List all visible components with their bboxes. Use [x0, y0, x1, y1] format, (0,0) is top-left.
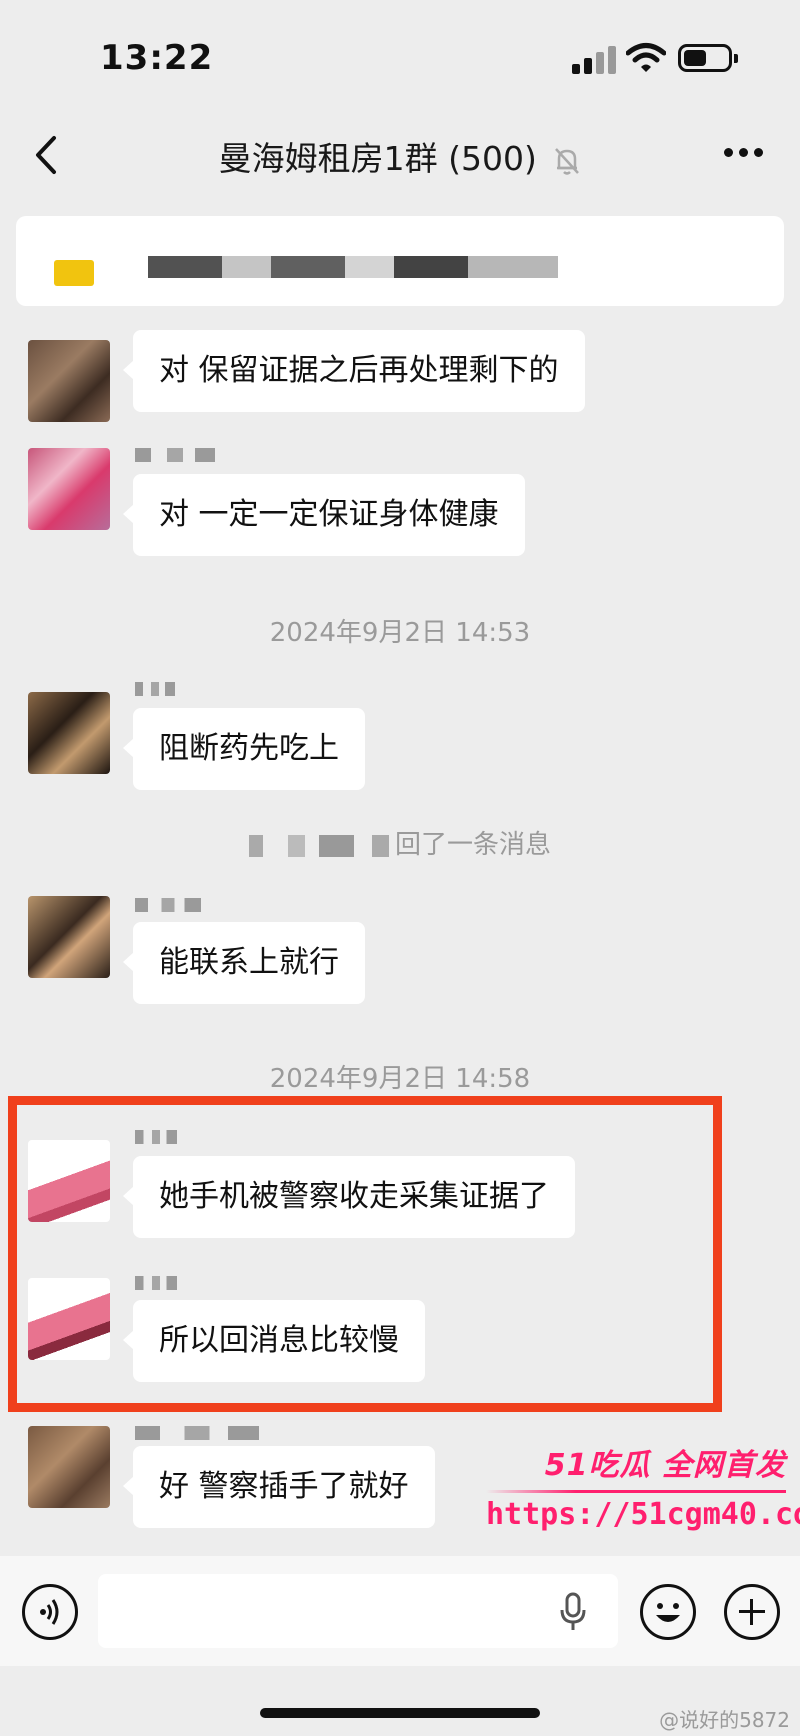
- pinned-text-redacted: [148, 256, 558, 278]
- sender-name-redacted: [135, 682, 175, 696]
- credit-watermark: @说好的5872: [659, 1708, 790, 1732]
- announcement-icon: [54, 260, 94, 286]
- status-time: 13:22: [100, 38, 214, 78]
- message-bubble[interactable]: 对 保留证据之后再处理剩下的: [123, 330, 585, 412]
- battery-icon: [678, 44, 738, 72]
- chat-title-row: 曼海姆租房1群 (500): [0, 132, 800, 180]
- wifi-icon: [626, 43, 666, 72]
- highlight-box: [8, 1096, 722, 1412]
- message-bubble[interactable]: 好 警察插手了就好: [123, 1446, 435, 1528]
- sender-name-redacted: [135, 1426, 259, 1440]
- sender-name-redacted: [135, 448, 215, 462]
- chat-title: 曼海姆租房1群 (500): [218, 139, 537, 178]
- plus-icon[interactable]: [724, 1584, 780, 1640]
- site-watermark: 51吃瓜 全网首发 https://51cgm40.com: [486, 1440, 800, 1532]
- emoji-icon[interactable]: [640, 1584, 696, 1640]
- input-bar: [0, 1556, 800, 1666]
- timestamp: 2024年9月2日 14:53: [269, 618, 531, 648]
- status-bar: 13:22: [0, 0, 800, 110]
- message-input[interactable]: [98, 1574, 618, 1648]
- avatar[interactable]: [28, 692, 110, 774]
- chat-header: 曼海姆租房1群 (500): [0, 110, 800, 202]
- avatar[interactable]: [28, 1426, 110, 1508]
- message-bubble[interactable]: 对 一定一定保证身体健康: [123, 474, 525, 556]
- avatar[interactable]: [28, 448, 110, 530]
- voice-icon[interactable]: [22, 1584, 78, 1640]
- message-bubble[interactable]: 阻断药先吃上: [123, 708, 365, 790]
- watermark-url: https://51cgm40.com: [486, 1497, 800, 1532]
- watermark-title: 51吃瓜 全网首发: [544, 1448, 786, 1483]
- mute-bell-icon: [555, 147, 580, 175]
- home-indicator: [260, 1708, 540, 1718]
- system-notice-text: 回了一条消息: [394, 830, 551, 860]
- avatar[interactable]: [28, 896, 110, 978]
- message-bubble[interactable]: 能联系上就行: [123, 922, 365, 1004]
- notice-name-redacted: [248, 834, 389, 857]
- avatar[interactable]: [28, 340, 110, 422]
- system-notice: 回了一条消息: [0, 824, 800, 861]
- cellular-signal-icon: [572, 44, 616, 74]
- pinned-notice[interactable]: [16, 216, 784, 306]
- watermark-underline: [486, 1490, 786, 1493]
- more-icon[interactable]: [724, 148, 764, 160]
- mic-icon[interactable]: [560, 1592, 586, 1632]
- timestamp: 2024年9月2日 14:58: [269, 1064, 531, 1094]
- sender-name-redacted: [135, 898, 201, 912]
